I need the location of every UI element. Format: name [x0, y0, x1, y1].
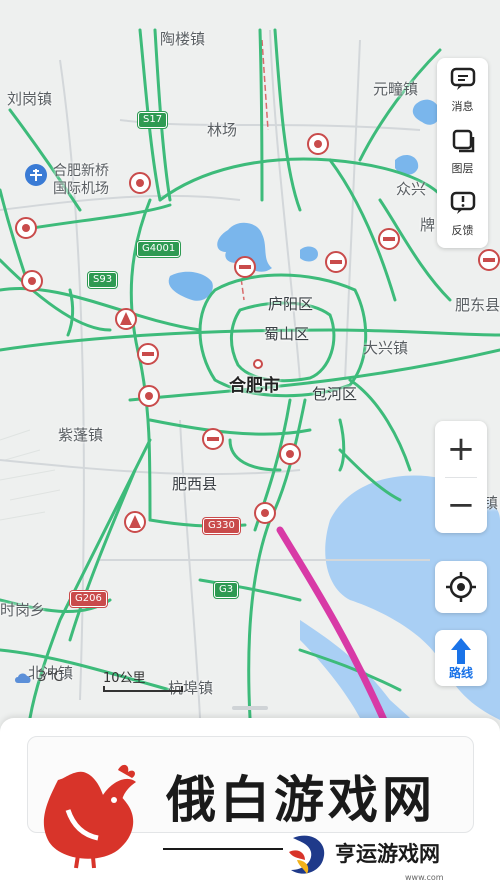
feedback-button[interactable]: 反馈 — [437, 190, 488, 238]
map-tools-panel: 消息 图层 反馈 — [437, 58, 488, 248]
cloud-icon — [15, 673, 31, 683]
traffic-event-icon[interactable] — [138, 385, 160, 407]
road-closed-icon[interactable] — [325, 251, 347, 273]
district-label: 肥西县 — [172, 475, 218, 493]
message-icon — [450, 67, 475, 90]
construction-icon[interactable] — [124, 511, 146, 533]
temperature-label: 3°C — [37, 669, 64, 685]
district-label: 包河区 — [312, 385, 358, 403]
weather-indicator: 3°C — [13, 669, 63, 685]
road-closed-icon[interactable] — [137, 343, 159, 365]
highway-shield: G4001 — [137, 241, 181, 257]
road-closed-icon[interactable] — [478, 249, 500, 271]
sheet-drag-handle[interactable] — [232, 706, 268, 710]
zoom-control: + − — [435, 421, 487, 533]
town-label: 林场 — [207, 121, 238, 139]
messages-button[interactable]: 消息 — [437, 66, 488, 114]
watermark-subtitle: 亨运游戏网 — [335, 841, 440, 866]
watermark-title: 俄白游戏网 — [166, 770, 436, 829]
zoom-out-button[interactable]: − — [435, 477, 487, 533]
road-closed-icon[interactable] — [234, 256, 256, 278]
town-label: 紫蓬镇 — [58, 426, 104, 444]
highway-shield: G3 — [214, 582, 239, 598]
rooster-logo-icon — [43, 764, 136, 869]
layers-button[interactable]: 图层 — [437, 128, 488, 176]
messages-label: 消息 — [451, 100, 474, 113]
route-label: 路线 — [448, 666, 473, 680]
town-label: 陶楼镇 — [160, 30, 206, 48]
locate-button[interactable] — [435, 561, 487, 613]
district-label: 蜀山区 — [264, 325, 310, 343]
town-label: 大兴镇 — [363, 339, 409, 357]
district-label: 庐阳区 — [268, 295, 314, 313]
construction-icon[interactable] — [115, 308, 137, 330]
watermark-divider — [163, 848, 283, 850]
town-label: 刘岗镇 — [7, 90, 53, 108]
layers-label: 图层 — [451, 162, 474, 175]
airport-label: 国际机场 — [53, 181, 109, 197]
traffic-event-icon[interactable] — [129, 172, 151, 194]
route-button[interactable]: 路线 — [435, 630, 487, 686]
traffic-event-icon[interactable] — [21, 270, 43, 292]
road-closed-icon[interactable] — [378, 228, 400, 250]
route-arrow-icon — [451, 638, 471, 664]
layers-icon — [452, 129, 474, 153]
traffic-event-icon[interactable] — [307, 133, 329, 155]
city-center-pin — [253, 359, 263, 369]
city-label: 合肥市 — [229, 376, 280, 396]
highway-shield: G206 — [70, 591, 107, 607]
dragon-logo-icon — [289, 835, 325, 874]
feedback-label: 反馈 — [451, 224, 474, 237]
zoom-in-button[interactable]: + — [435, 421, 487, 477]
scale-bar — [103, 686, 183, 692]
highway-shield: G330 — [203, 518, 240, 534]
watermark-url: www.com — [405, 873, 444, 882]
scale-label: 10公里 — [103, 671, 146, 686]
airport-label: 合肥新桥 — [53, 163, 109, 179]
feedback-icon — [450, 191, 475, 214]
town-label: 众兴 — [396, 180, 427, 198]
town-label: 肥东县 — [455, 296, 500, 314]
road-closed-icon[interactable] — [202, 428, 224, 450]
crosshair-icon — [446, 572, 476, 602]
traffic-event-icon[interactable] — [15, 217, 37, 239]
traffic-event-icon[interactable] — [279, 443, 301, 465]
highway-shield: S17 — [138, 112, 168, 128]
highway-shield: S93 — [88, 272, 118, 288]
town-label: 牌 — [420, 216, 436, 234]
airport-icon — [25, 164, 47, 186]
town-label: 元疃镇 — [373, 80, 419, 98]
town-label: 时岗乡 — [0, 601, 46, 619]
traffic-event-icon[interactable] — [254, 502, 276, 524]
